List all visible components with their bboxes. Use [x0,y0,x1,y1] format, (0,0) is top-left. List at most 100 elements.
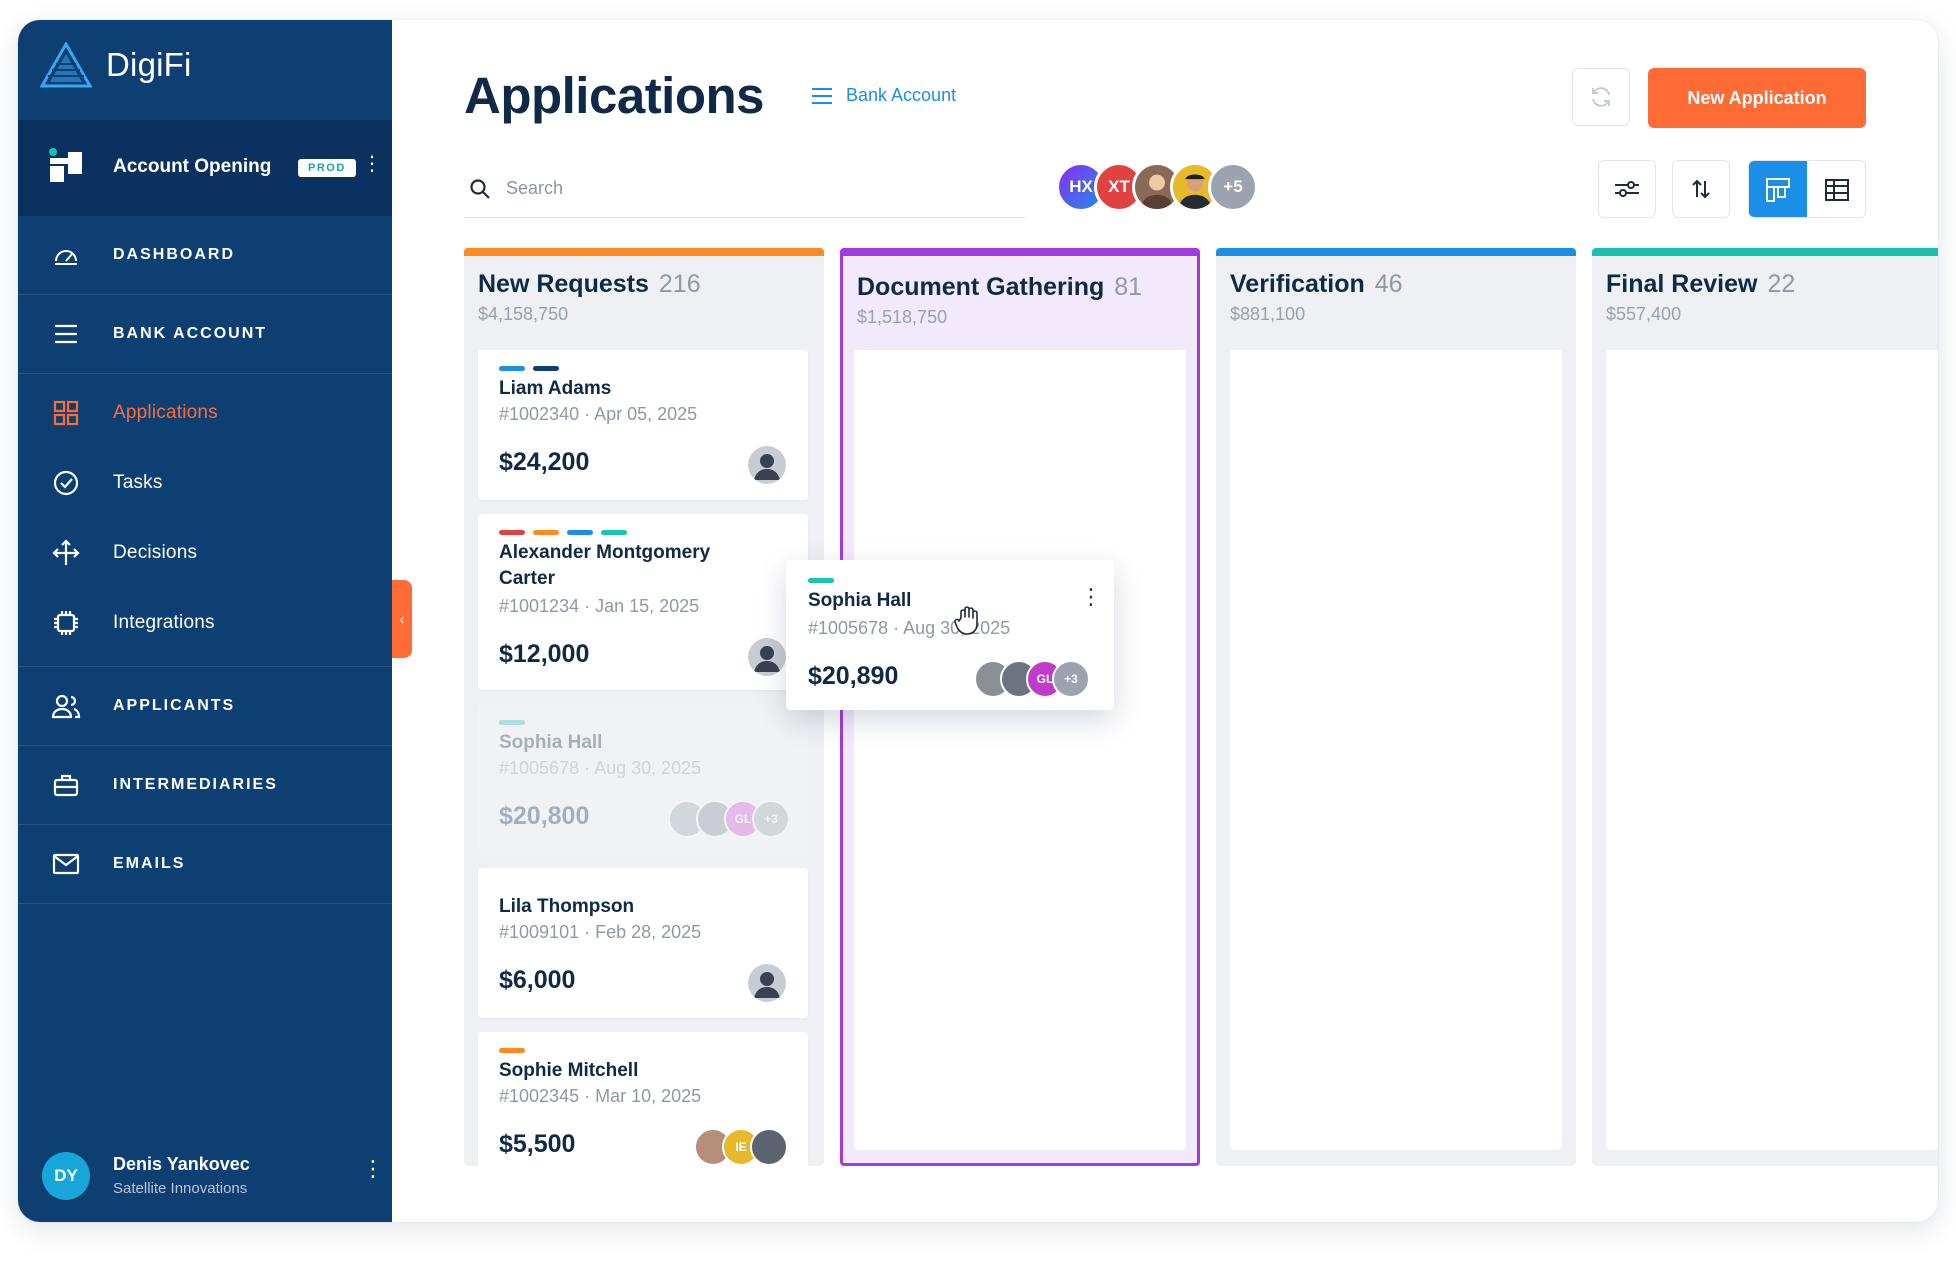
column-title: Verification 46 [1230,270,1403,298]
kanban-icon [1766,178,1790,202]
column-amount: $881,100 [1230,304,1306,324]
digifi-logo-icon [40,42,92,88]
card-menu-icon[interactable]: ⋮ [1080,586,1102,608]
brand-logo[interactable]: DigiFi [40,42,192,88]
label-tag [533,530,559,535]
card-list-empty [1230,350,1562,1150]
column-count: 216 [658,270,701,298]
column-title: Document Gathering 81 [857,273,1143,301]
board-name: Bank Account [846,85,957,105]
loan-amount: $20,800 [499,802,590,830]
column-amount: $557,400 [1606,304,1682,324]
refresh-button[interactable] [1572,68,1630,126]
sort-button[interactable] [1672,160,1730,218]
nav-emails[interactable]: EMAILS [18,825,392,904]
nav-label: Integrations [113,612,215,633]
more-members-count: +3 [752,800,790,838]
column-amount: $4,158,750 [478,304,569,324]
nav-label: Tasks [113,472,163,493]
filter-button[interactable] [1598,160,1656,218]
nav-label: EMAILS [113,855,186,872]
loan-amount: $6,000 [499,966,576,994]
more-members-count: +3 [1052,660,1090,698]
applicant-name: Alexander Montgomery Carter [499,542,711,589]
label-tag [499,530,525,535]
loan-amount: $5,500 [499,1130,576,1158]
grab-cursor-icon [954,606,978,635]
search-input[interactable] [506,178,986,199]
applicant-name: Sophia Hall [499,732,603,753]
app-window: DigiFi Account Opening PROD ⋮ DASHBOARD [18,20,1938,1222]
column-verification: Verification 46 $881,100 [1216,248,1576,1166]
current-user[interactable]: DY Denis Yankovec Satellite Innovations … [18,1140,392,1222]
application-card[interactable]: Lila Thompson #1009101 · Feb 28, 2025 $6… [478,868,808,1018]
nav-subgroup: Applications Tasks Decisions Integration… [18,374,392,667]
nav-applications[interactable]: Applications [18,378,392,448]
card-labels [499,530,627,535]
brand-name: DigiFi [106,46,192,83]
sort-arrows-icon [1692,179,1710,199]
default-user-icon [748,964,786,1002]
column-count: 81 [1114,273,1143,301]
card-list-empty [1606,350,1938,1150]
nav-label: Decisions [113,542,198,563]
speedometer-icon [50,239,82,271]
nav-intermediaries[interactable]: INTERMEDIARIES [18,746,392,825]
column-new-requests: New Requests 216 $4,158,750 Liam Adams #1… [464,248,824,1166]
drop-zone[interactable] [854,350,1186,1150]
user-organization: Satellite Innovations [113,1180,248,1197]
nav-applicants[interactable]: APPLICANTS [18,667,392,746]
team-more-count[interactable]: +5 [1208,162,1258,212]
default-user-icon [748,638,786,676]
default-user-icon [748,446,786,484]
product-icon [49,148,82,182]
main-nav: DASHBOARD BANK ACCOUNT Applications Task… [18,216,392,904]
column-color-bar [843,251,1197,256]
nav-integrations[interactable]: Integrations [18,588,392,658]
applicant-name: Liam Adams [499,378,612,399]
column-amount: $1,518,750 [857,307,948,327]
product-switcher[interactable]: Account Opening PROD ⋮ [18,120,392,216]
loan-amount: $24,200 [499,448,590,476]
application-card[interactable]: Sophie Mitchell #1002345 · Mar 10, 2025 … [478,1032,808,1166]
applicant-name: Sophia Hall [808,590,912,611]
product-menu-icon[interactable]: ⋮ [362,154,382,174]
nav-label: INTERMEDIARIES [113,776,278,793]
column-count: 46 [1374,270,1403,298]
nav-tasks[interactable]: Tasks [18,448,392,518]
application-meta: #1009101 · Feb 28, 2025 [499,922,702,942]
board-view-button[interactable] [1749,161,1807,217]
nav-label: APPLICANTS [113,697,236,714]
collapse-sidebar-button[interactable]: ‹ [392,580,412,658]
label-tag [499,720,525,725]
search-icon [470,178,490,199]
hamburger-icon [50,318,82,350]
application-card[interactable]: Alexander Montgomery Carter #1001234 · J… [478,514,808,690]
dragging-application-card[interactable]: Sophia Hall #1005678 · Aug 30, 2025 $20,… [786,560,1114,710]
chip-icon [50,607,82,639]
decision-arrows-icon [50,537,82,569]
product-name: Account Opening [113,156,272,177]
column-color-bar [1592,248,1938,256]
sidebar: DigiFi Account Opening PROD ⋮ DASHBOARD [18,20,392,1222]
briefcase-icon [50,769,82,801]
board-selector[interactable]: Bank Account [810,85,956,106]
user-menu-icon[interactable]: ⋮ [362,1158,384,1180]
application-meta: #1002340 · Apr 05, 2025 [499,404,698,424]
column-title: New Requests 216 [478,270,701,298]
user-avatar: DY [42,1152,90,1200]
nav-label: DASHBOARD [113,246,235,263]
label-tag [499,366,525,371]
nav-dashboard[interactable]: DASHBOARD [18,216,392,295]
nav-decisions[interactable]: Decisions [18,518,392,588]
nav-bank-account[interactable]: BANK ACCOUNT [18,295,392,374]
check-circle-icon [50,467,82,499]
application-meta: #1002345 · Mar 10, 2025 [499,1086,702,1106]
card-labels [499,366,559,371]
application-card[interactable]: Liam Adams #1002340 · Apr 05, 2025 $24,2… [478,350,808,500]
new-application-button[interactable]: New Application [1648,68,1866,128]
grid-icon [50,397,82,429]
table-view-button[interactable] [1808,161,1865,217]
applicant-name: Lila Thompson [499,896,635,917]
loan-amount: $20,890 [808,662,899,690]
